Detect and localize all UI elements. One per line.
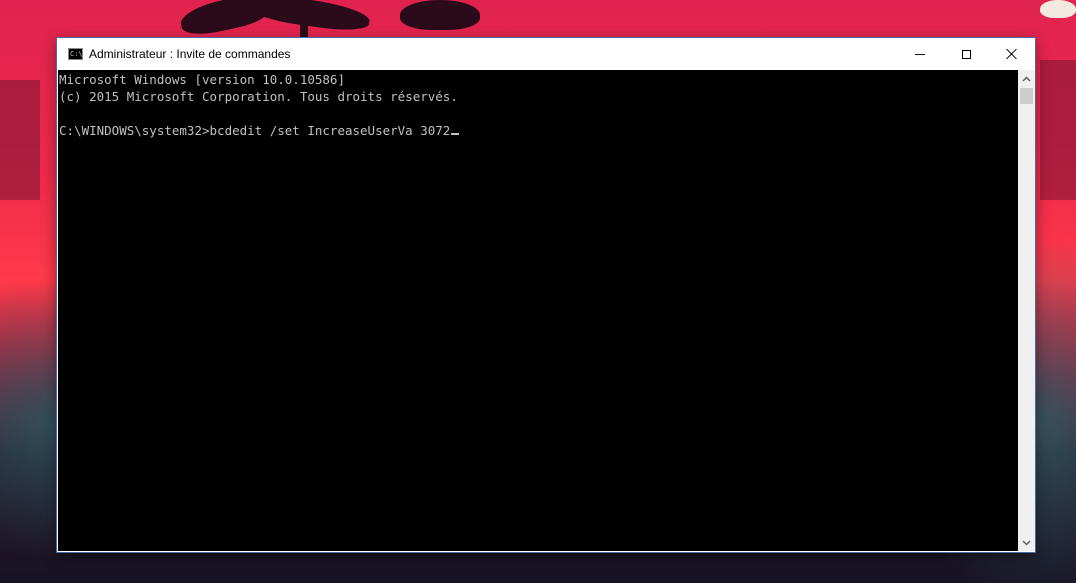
scroll-down-button[interactable] bbox=[1018, 534, 1035, 551]
console-icon[interactable]: C:\ bbox=[68, 48, 83, 60]
console-output[interactable]: Microsoft Windows [version 10.0.10586] (… bbox=[58, 70, 1018, 551]
chevron-up-icon bbox=[1022, 75, 1031, 82]
command-line[interactable]: C:\WINDOWS\system32>bcdedit /set Increas… bbox=[59, 122, 460, 139]
minimize-icon bbox=[915, 53, 925, 55]
command-prompt-window[interactable]: C:\ Administrateur : Invite de commandes… bbox=[57, 38, 1035, 552]
scroll-up-button[interactable] bbox=[1018, 70, 1035, 87]
close-button[interactable] bbox=[989, 38, 1035, 70]
wallpaper-building bbox=[0, 80, 40, 200]
vertical-scrollbar[interactable] bbox=[1018, 70, 1035, 551]
wallpaper-building bbox=[1040, 60, 1076, 200]
wallpaper-palm-leaf bbox=[248, 0, 372, 35]
maximize-icon bbox=[961, 49, 971, 59]
text-cursor bbox=[451, 133, 460, 135]
title-bar[interactable]: C:\ Administrateur : Invite de commandes bbox=[57, 38, 1035, 70]
command-text: C:\WINDOWS\system32>bcdedit /set Increas… bbox=[59, 123, 451, 138]
scrollbar-thumb[interactable] bbox=[1020, 88, 1033, 104]
maximize-button[interactable] bbox=[943, 38, 989, 70]
console-line: Microsoft Windows [version 10.0.10586] bbox=[59, 72, 345, 87]
chevron-down-icon bbox=[1022, 539, 1031, 546]
close-icon bbox=[1006, 48, 1018, 60]
wallpaper-palm-leaf bbox=[400, 0, 480, 30]
minimize-button[interactable] bbox=[897, 38, 943, 70]
console-line: (c) 2015 Microsoft Corporation. Tous dro… bbox=[59, 89, 458, 104]
window-title: Administrateur : Invite de commandes bbox=[89, 47, 291, 61]
wallpaper-palm-leaf bbox=[1040, 0, 1076, 18]
